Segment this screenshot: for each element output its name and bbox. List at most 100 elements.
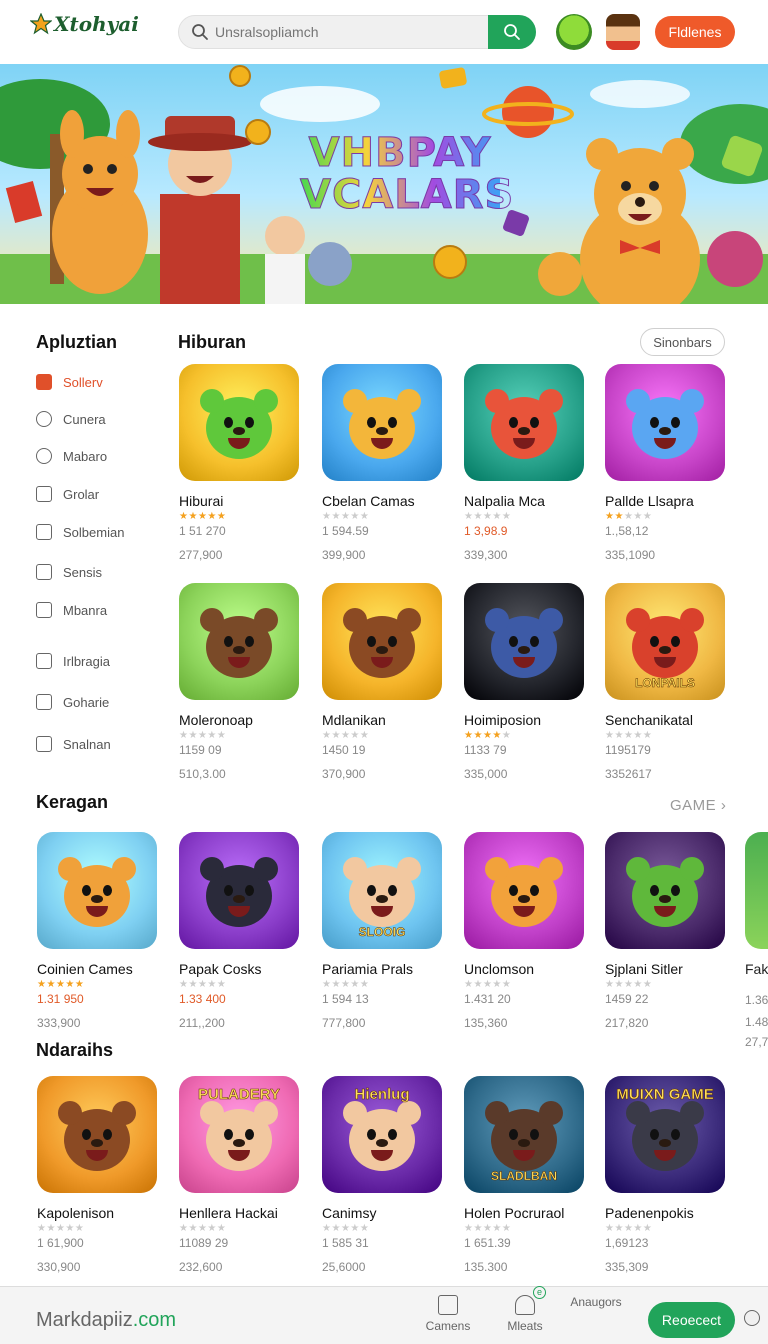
header-action-button[interactable]: Fldlenes <box>655 16 735 48</box>
rating-stars: ★★★★★ <box>605 979 729 991</box>
mouth-shape <box>371 1150 393 1162</box>
thumbnail-title: LONPAILS <box>635 676 695 691</box>
sidebar-item[interactable]: Solbemian <box>36 521 124 543</box>
app-thumbnail[interactable]: PULADERY <box>179 1076 299 1193</box>
sidebar-title: Apluztian <box>36 332 117 352</box>
app-thumbnail[interactable] <box>605 364 725 481</box>
app-logo[interactable]: Xtohyai <box>30 12 139 36</box>
sidebar-item[interactable]: Grolar <box>36 483 99 505</box>
app-rating-count: 1 651.39 <box>464 1236 511 1250</box>
app-card[interactable]: Cbelan Camas ★★★★★ 1 594.59 399,900 <box>322 364 446 562</box>
app-thumbnail[interactable] <box>179 364 299 481</box>
app-card[interactable]: MUIXN GAME Padenenpokis ★★★★★ 1,69123 335,30… <box>605 1076 729 1274</box>
app-thumbnail[interactable]: Hienlug <box>322 1076 442 1193</box>
search-input[interactable] <box>215 16 465 48</box>
app-thumbnail[interactable] <box>179 832 299 949</box>
nose-shape <box>233 895 245 904</box>
rating-stars: ★★★★★ <box>322 511 446 523</box>
section-filter-button[interactable]: Sinonbars <box>640 328 725 356</box>
app-thumbnail[interactable]: LONPAILS <box>605 583 725 700</box>
sidebar-item[interactable]: Mbanra <box>36 599 107 621</box>
sidebar-item-label: Snalnan <box>63 736 111 752</box>
user-avatar[interactable] <box>606 14 640 50</box>
app-name: Mdlanikan <box>322 712 386 728</box>
ear-shape <box>200 1101 224 1126</box>
star-icon: ★ <box>633 511 643 522</box>
star-icon: ★ <box>74 979 85 990</box>
sidebar-item[interactable]: Cunera <box>36 408 106 430</box>
app-thumbnail[interactable]: MUIXN GAME <box>605 1076 725 1193</box>
app-card[interactable]: Hienlug Canimsy ★★★★★ 1 585 31 25,6000 <box>322 1076 446 1274</box>
app-card-peek[interactable]: Fak 1.36 1.48 27,7 <box>745 832 768 1049</box>
app-rating-count: 1 594.59 <box>322 524 369 538</box>
app-card[interactable]: Papak Cosks ★★★★★ 1.33 400 211,,200 <box>179 832 303 1030</box>
app-name: Hoimiposion <box>464 712 542 728</box>
app-card[interactable]: Coinien Cames ★★★★★ 1.31 950 333,900 <box>37 832 161 1030</box>
app-card[interactable]: LONPAILS Senchanikatal ★★★★★ 1195179 3352617 <box>605 583 729 781</box>
star-icon: ★ <box>331 1223 341 1234</box>
app-card[interactable]: Hiburai ★★★★★ 1 51 270 277,900 <box>179 364 303 562</box>
mascot-face-icon <box>626 389 704 460</box>
app-card[interactable]: PULADERY Henllera Hackai ★★★★★ 11089 29 232,… <box>179 1076 303 1274</box>
search-bar[interactable] <box>178 15 536 49</box>
app-thumbnail[interactable] <box>37 832 157 949</box>
bottom-action-button[interactable]: Reoecect <box>648 1302 735 1338</box>
nose-shape <box>376 895 388 904</box>
app-thumbnail[interactable] <box>464 832 584 949</box>
mouth-shape <box>654 906 676 918</box>
app-rating-count: 1.36 <box>745 993 768 1007</box>
ear-shape <box>397 389 421 414</box>
app-card[interactable]: Pallde Llsapra ★★★★★ 1.,58,12 335,1090 <box>605 364 729 562</box>
app-card[interactable]: Hoimiposion ★★★★★ 1133 79 335,000 <box>464 583 588 781</box>
ear-shape <box>254 389 278 414</box>
nav-anaugors[interactable]: Anaugors <box>566 1295 760 1326</box>
sidebar-item[interactable]: Sensis <box>36 561 102 583</box>
app-thumbnail[interactable] <box>322 583 442 700</box>
app-rating-count: 1 61,900 <box>37 1236 84 1250</box>
sidebar-item[interactable]: Sollerv <box>36 371 103 393</box>
app-card[interactable]: Kapolenison ★★★★★ 1 61,900 330,900 <box>37 1076 161 1274</box>
app-thumbnail[interactable] <box>605 832 725 949</box>
app-rating-count: 1.,58,12 <box>605 524 649 538</box>
sidebar-item[interactable]: Snalnan <box>36 733 111 755</box>
star-icon: ★ <box>55 1223 66 1234</box>
see-all-link[interactable]: GAME › <box>670 797 726 814</box>
nav-camens[interactable]: Camens <box>418 1295 478 1333</box>
banner-title-line1: VHBPAY <box>308 130 492 176</box>
app-thumbnail[interactable] <box>322 364 442 481</box>
app-thumbnail[interactable]: SLOOIG <box>322 832 442 949</box>
eye-shape <box>671 636 680 648</box>
nav-mleats[interactable]: e Mleats <box>495 1286 555 1333</box>
eye-shape <box>367 1129 376 1141</box>
app-card[interactable]: Sjplani Sitler ★★★★★ 1459 22 217,820 <box>605 832 729 1030</box>
app-rating-count: 1.31 950 <box>37 992 84 1006</box>
star-icon: ★ <box>331 511 341 522</box>
star-icon: ★ <box>207 1223 217 1234</box>
app-card[interactable]: SLADLBAN Holen Pocruraol ★★★★★ 1 651.39 135.… <box>464 1076 588 1274</box>
mascot-avatar[interactable] <box>556 14 592 50</box>
ear-shape <box>343 389 367 414</box>
thumbnail-title: MUIXN GAME <box>616 1086 714 1104</box>
app-card[interactable]: Mdlanikan ★★★★★ 1450 19 370,900 <box>322 583 446 781</box>
app-card[interactable]: SLOOIG Pariamia Prals ★★★★★ 1 594 13 777,800 <box>322 832 446 1030</box>
app-thumbnail[interactable] <box>37 1076 157 1193</box>
rating-stars: ★★★★★ <box>179 730 303 742</box>
sidebar-item[interactable]: Mabaro <box>36 445 107 467</box>
app-downloads: 217,820 <box>605 1016 649 1030</box>
app-name: Moleronoap <box>179 712 253 728</box>
sidebar-item[interactable]: Goharie <box>36 691 109 713</box>
star-icon: ★ <box>482 979 493 990</box>
app-card[interactable]: Nalpalia Mca ★★★★★ 1 3,98.9 339,300 <box>464 364 588 562</box>
calendar-icon <box>36 564 52 580</box>
app-card[interactable]: Moleronoap ★★★★★ 1159 09 510,3.00 <box>179 583 303 781</box>
app-card[interactable]: Unclomson ★★★★★ 1.431 20 135,360 <box>464 832 588 1030</box>
search-submit-button[interactable] <box>488 15 536 49</box>
app-thumbnail[interactable] <box>179 583 299 700</box>
footer-brand[interactable]: Markdapiiz.com <box>36 1309 176 1332</box>
app-thumbnail[interactable] <box>464 364 584 481</box>
app-thumbnail[interactable]: SLADLBAN <box>464 1076 584 1193</box>
hero-banner[interactable]: VHBPAY VCALARS <box>0 64 768 304</box>
star-icon: ★ <box>359 730 370 741</box>
sidebar-item[interactable]: Irlbragia <box>36 650 110 672</box>
app-thumbnail[interactable] <box>464 583 584 700</box>
